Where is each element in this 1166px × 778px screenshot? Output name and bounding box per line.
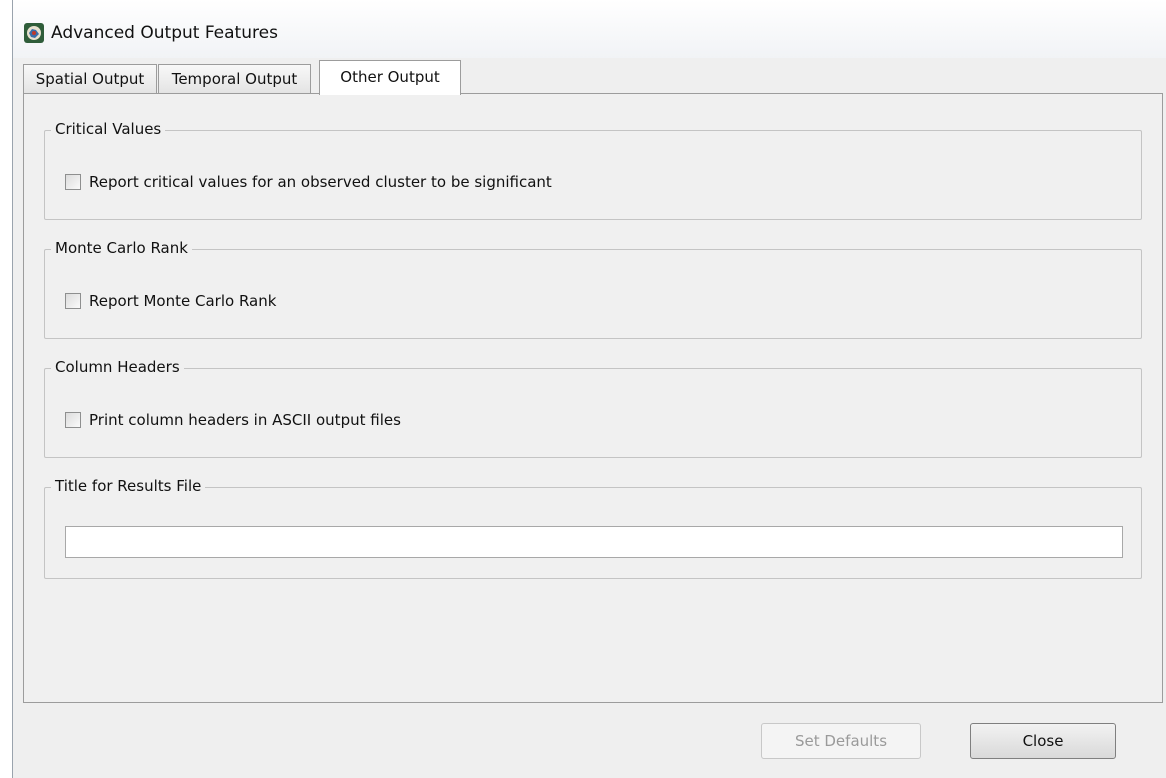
app-icon — [24, 23, 44, 43]
group-title-results-title: Title for Results File — [51, 477, 206, 495]
title-bar[interactable]: Advanced Output Features — [13, 0, 1166, 58]
tab-other-output[interactable]: Other Output — [319, 60, 461, 95]
critical-values-checkbox-row[interactable]: Report critical values for an observed c… — [65, 173, 552, 191]
critical-values-checkbox[interactable] — [65, 174, 81, 190]
column-headers-checkbox[interactable] — [65, 412, 81, 428]
column-headers-label[interactable]: Print column headers in ASCII output fil… — [89, 411, 401, 429]
close-button[interactable]: Close — [970, 723, 1116, 759]
group-title-column-headers: Column Headers — [51, 358, 184, 376]
tab-panel-other-output: Critical Values Report critical values f… — [23, 93, 1163, 703]
column-headers-checkbox-row[interactable]: Print column headers in ASCII output fil… — [65, 411, 401, 429]
tab-spatial-output[interactable]: Spatial Output — [23, 64, 157, 93]
set-defaults-button[interactable]: Set Defaults — [761, 723, 921, 759]
group-title-monte-carlo-rank: Monte Carlo Rank — [51, 239, 192, 257]
group-title-critical-values: Critical Values — [51, 120, 166, 138]
group-monte-carlo-rank: Monte Carlo Rank Report Monte Carlo Rank — [44, 239, 1142, 339]
group-results-title: Title for Results File — [44, 477, 1142, 579]
monte-carlo-label[interactable]: Report Monte Carlo Rank — [89, 292, 276, 310]
monte-carlo-checkbox[interactable] — [65, 293, 81, 309]
group-critical-values: Critical Values Report critical values f… — [44, 120, 1142, 220]
critical-values-label[interactable]: Report critical values for an observed c… — [89, 173, 552, 191]
monte-carlo-checkbox-row[interactable]: Report Monte Carlo Rank — [65, 292, 276, 310]
group-column-headers: Column Headers Print column headers in A… — [44, 358, 1142, 458]
dialog-window: Advanced Output Features Spatial Output … — [12, 0, 1166, 778]
window-title: Advanced Output Features — [51, 23, 278, 43]
tab-temporal-output[interactable]: Temporal Output — [158, 64, 311, 93]
results-title-input[interactable] — [65, 526, 1123, 558]
